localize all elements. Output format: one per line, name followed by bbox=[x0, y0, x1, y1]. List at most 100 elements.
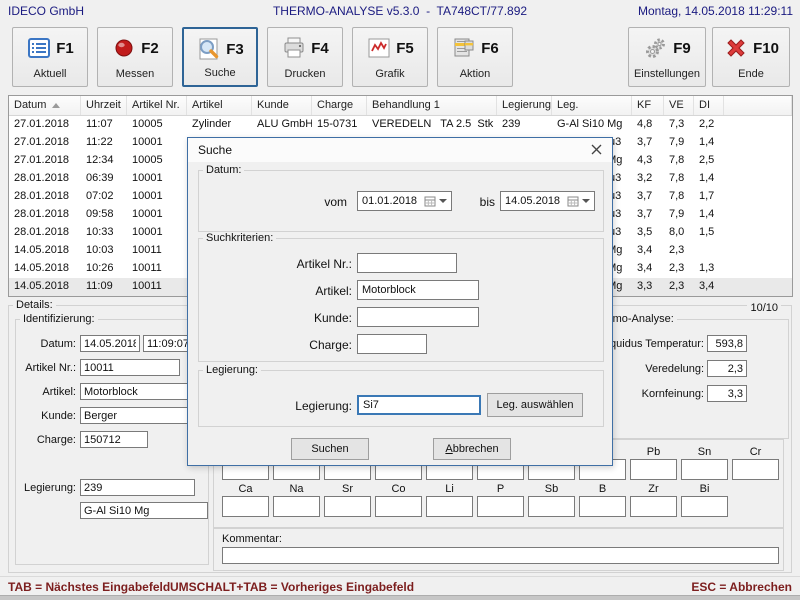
artikel-nr-label: Artikel Nr.: bbox=[16, 362, 76, 374]
toolbar-button-aktion[interactable]: F6 Aktion bbox=[437, 27, 513, 87]
kornfeinung-value-input[interactable] bbox=[707, 385, 747, 402]
dialog-artikel-input[interactable] bbox=[357, 280, 479, 300]
veredelung-value-input[interactable] bbox=[707, 360, 747, 377]
details-datum-input[interactable] bbox=[80, 335, 140, 352]
cell-artikel_nr: 10001 bbox=[127, 206, 187, 224]
toolbar-button-einstellungen[interactable]: F9 Einstellungen bbox=[628, 27, 706, 87]
element-value-li[interactable] bbox=[426, 496, 473, 517]
element-value-zr[interactable] bbox=[630, 496, 677, 517]
element-label-p: P bbox=[477, 483, 524, 495]
suchen-button[interactable]: Suchen bbox=[291, 438, 369, 460]
cell-di: 1,5 bbox=[694, 224, 724, 242]
vom-label: vom bbox=[257, 195, 347, 209]
element-value-bi[interactable] bbox=[681, 496, 728, 517]
toolbar-button-grafik[interactable]: F5 Grafik bbox=[352, 27, 428, 87]
cell-artikel_nr: 10001 bbox=[127, 188, 187, 206]
element-value-na[interactable] bbox=[273, 496, 320, 517]
kommentar-group: Kommentar: bbox=[213, 528, 784, 571]
column-header-leg[interactable]: Leg. bbox=[552, 96, 632, 115]
cell-datum: 28.01.2018 bbox=[9, 170, 81, 188]
cell-ve: 7,3 bbox=[664, 116, 694, 134]
details-artikel-nr-input[interactable] bbox=[80, 359, 180, 376]
column-header-kunde[interactable]: Kunde bbox=[252, 96, 312, 115]
column-header-kf[interactable]: KF bbox=[632, 96, 664, 115]
cell-filler bbox=[724, 242, 792, 260]
gears-icon bbox=[643, 35, 669, 61]
fkey-label: F4 bbox=[311, 40, 329, 57]
element-label-sn: Sn bbox=[681, 446, 728, 458]
cell-kf: 3,7 bbox=[632, 188, 664, 206]
element-value-co[interactable] bbox=[375, 496, 422, 517]
dialog-suchkriterien-group: Suchkriterien: Artikel Nr.: Artikel: Kun… bbox=[198, 238, 604, 362]
toolbar-button-label: Aktuell bbox=[13, 68, 87, 80]
details-legierung-nr-input[interactable] bbox=[80, 479, 195, 496]
cell-uhrzeit: 11:07 bbox=[81, 116, 127, 134]
cell-kf: 4,3 bbox=[632, 152, 664, 170]
table-header-row: DatumUhrzeitArtikel Nr.ArtikelKundeCharg… bbox=[9, 96, 792, 116]
cell-uhrzeit: 09:58 bbox=[81, 206, 127, 224]
column-header-filler bbox=[724, 96, 792, 115]
toolbar-button-drucken[interactable]: F4 Drucken bbox=[267, 27, 343, 87]
abbrechen-button[interactable]: Abbrechen bbox=[433, 438, 511, 460]
column-header-ve[interactable]: VE bbox=[664, 96, 694, 115]
cell-datum: 27.01.2018 bbox=[9, 152, 81, 170]
dialog-kunde-input[interactable] bbox=[357, 307, 479, 327]
cell-di: 1,4 bbox=[694, 170, 724, 188]
element-value-sb[interactable] bbox=[528, 496, 575, 517]
cell-ve: 7,9 bbox=[664, 134, 694, 152]
toolbar-button-aktuell[interactable]: F1 Aktuell bbox=[12, 27, 88, 87]
element-value-pb[interactable] bbox=[630, 459, 677, 480]
dialog-titlebar[interactable]: Suche bbox=[188, 138, 612, 162]
toolbar-button-suche[interactable]: F3 Suche bbox=[182, 27, 258, 87]
column-header-uhrzeit[interactable]: Uhrzeit bbox=[81, 96, 127, 115]
toolbar-button-messen[interactable]: F2 Messen bbox=[97, 27, 173, 87]
close-icon[interactable] bbox=[580, 138, 612, 161]
cell-ve: 7,8 bbox=[664, 188, 694, 206]
liquidus-value-input[interactable] bbox=[707, 335, 747, 352]
details-charge-input[interactable] bbox=[80, 431, 148, 448]
toolbar-button-ende[interactable]: F10 Ende bbox=[712, 27, 790, 87]
cell-uhrzeit: 10:03 bbox=[81, 242, 127, 260]
element-label-sr: Sr bbox=[324, 483, 371, 495]
element-value-p[interactable] bbox=[477, 496, 524, 517]
kommentar-input[interactable] bbox=[222, 547, 779, 564]
column-header-artikel_nr[interactable]: Artikel Nr. bbox=[127, 96, 187, 115]
cell-artikel_nr: 10001 bbox=[127, 170, 187, 188]
cell-kf: 3,4 bbox=[632, 242, 664, 260]
element-label-na: Na bbox=[273, 483, 320, 495]
table-row[interactable]: 27.01.201811:0710005ZylinderALU GmbH15-0… bbox=[9, 116, 792, 134]
details-panel-label: Details: bbox=[13, 299, 56, 311]
column-header-datum[interactable]: Datum bbox=[9, 96, 81, 115]
cell-ve: 2,3 bbox=[664, 260, 694, 278]
element-value-ca[interactable] bbox=[222, 496, 269, 517]
cell-uhrzeit: 10:33 bbox=[81, 224, 127, 242]
details-legierung-name-input[interactable] bbox=[80, 502, 208, 519]
leg-auswaehlen-button[interactable]: Leg. auswählen bbox=[487, 393, 583, 417]
element-value-sn[interactable] bbox=[681, 459, 728, 480]
cell-artikel: Zylinder bbox=[187, 116, 252, 134]
dialog-charge-input[interactable] bbox=[357, 334, 427, 354]
bis-date-picker[interactable]: 14.05.2018 bbox=[500, 191, 595, 211]
column-header-artikel[interactable]: Artikel bbox=[187, 96, 252, 115]
column-header-legierung[interactable]: Legierung bbox=[497, 96, 552, 115]
column-header-behandlung[interactable]: Behandlung 1 bbox=[367, 96, 497, 115]
fkey-label: F3 bbox=[226, 41, 244, 58]
element-label-co: Co bbox=[375, 483, 422, 495]
dialog-artikel-nr-input[interactable] bbox=[357, 253, 457, 273]
toolbar-button-label: Einstellungen bbox=[629, 68, 705, 80]
cell-ve: 2,3 bbox=[664, 242, 694, 260]
cell-filler bbox=[724, 152, 792, 170]
list-icon bbox=[26, 35, 52, 61]
dialog-legierung-input[interactable] bbox=[357, 395, 481, 415]
column-header-di[interactable]: DI bbox=[694, 96, 724, 115]
element-value-b[interactable] bbox=[579, 496, 626, 517]
identifizierung-group: Identifizierung: Datum: Artikel Nr.: Art… bbox=[15, 319, 209, 565]
column-header-charge[interactable]: Charge bbox=[312, 96, 367, 115]
dialog-datum-group: Datum: vom 01.01.2018 bis 14.05.2018 bbox=[198, 170, 604, 232]
element-value-cr[interactable] bbox=[732, 459, 779, 480]
dialog-legierung-label: Legierung: bbox=[222, 399, 352, 413]
cell-kf: 3,7 bbox=[632, 134, 664, 152]
element-value-sr[interactable] bbox=[324, 496, 371, 517]
cell-uhrzeit: 06:39 bbox=[81, 170, 127, 188]
element-label-cr: Cr bbox=[732, 446, 779, 458]
